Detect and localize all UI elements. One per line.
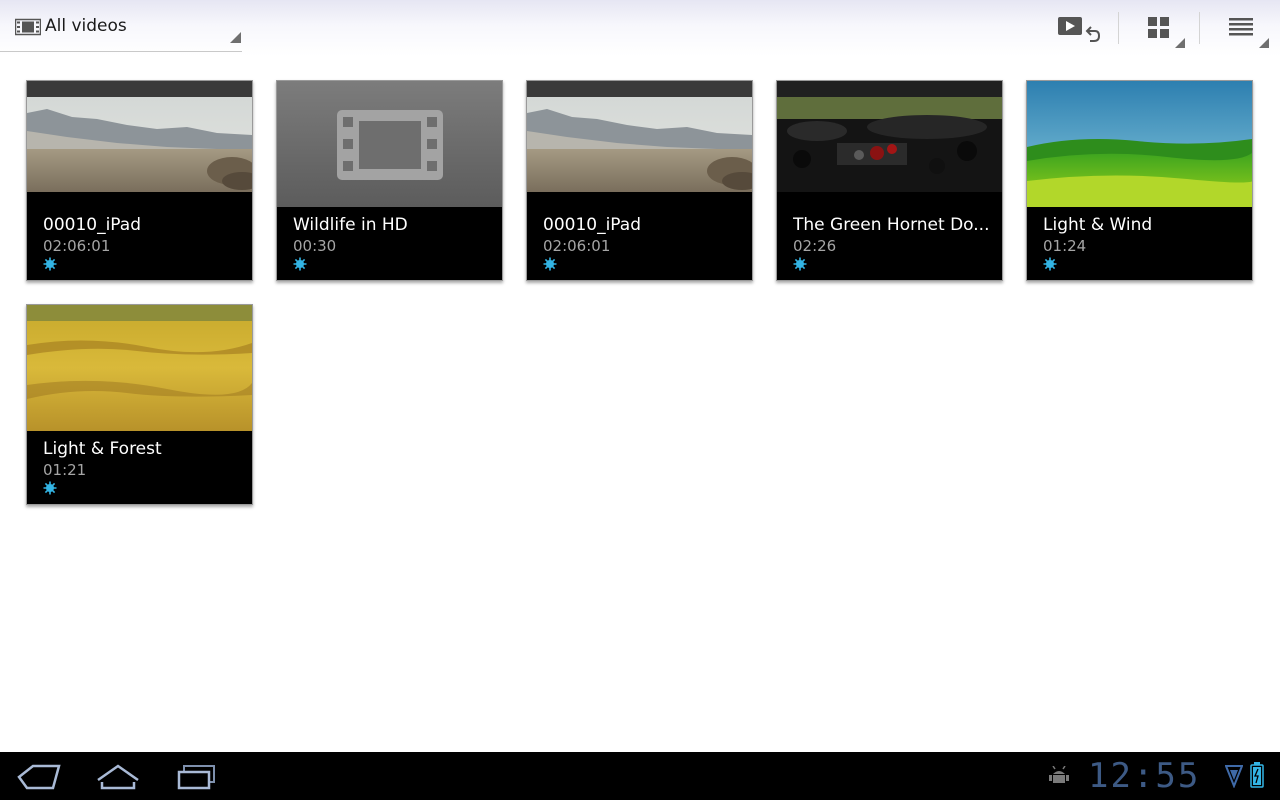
video-card[interactable]: 00010_iPad 02:06:01 [26,80,253,281]
new-video-star-icon [1043,257,1057,271]
film-placeholder-icon [337,110,443,180]
back-icon [17,764,61,790]
status-clock: 12:55 [1088,756,1201,796]
video-title: The Green Hornet Do... [793,215,990,235]
signal-icon [1225,765,1243,788]
video-gallery-app: All videos 00010_iPad 02:06:01 Wildlife … [0,0,1280,800]
recent-apps-button[interactable] [168,760,228,794]
battery-icon [1250,762,1264,788]
new-video-star-icon [293,257,307,271]
system-bar: 12:55 [0,752,1280,800]
new-video-star-icon [543,257,557,271]
video-duration: 00:30 [293,237,337,255]
new-video-star-icon [43,257,57,271]
video-duration: 02:06:01 [543,237,611,255]
video-title: 00010_iPad [43,215,141,235]
recent-apps-icon [177,765,215,790]
new-video-star-icon [43,481,57,495]
video-grid: 00010_iPad 02:06:01 Wildlife in HD 00:30… [0,0,1280,752]
video-duration: 02:06:01 [43,237,111,255]
back-button[interactable] [10,760,70,794]
video-card[interactable]: Light & Forest 01:21 [26,304,253,505]
android-debug-icon [1049,766,1069,783]
video-card[interactable]: Wildlife in HD 00:30 [276,80,503,281]
video-thumbnail [777,81,1002,207]
video-duration: 01:24 [1043,237,1087,255]
video-title: Light & Forest [43,439,162,459]
video-title: Wildlife in HD [293,215,408,235]
video-title: Light & Wind [1043,215,1153,235]
video-thumbnail [1027,81,1252,207]
home-icon [97,764,139,790]
video-thumbnail [527,81,752,207]
video-thumbnail [277,81,502,207]
video-card[interactable]: The Green Hornet Do... 02:26 [776,80,1003,281]
video-title: 00010_iPad [543,215,641,235]
home-button[interactable] [88,760,148,794]
video-duration: 01:21 [43,461,87,479]
video-duration: 02:26 [793,237,837,255]
video-thumbnail [27,305,252,431]
video-thumbnail [27,81,252,207]
new-video-star-icon [793,257,807,271]
video-card[interactable]: Light & Wind 01:24 [1026,80,1253,281]
video-card[interactable]: 00010_iPad 02:06:01 [526,80,753,281]
